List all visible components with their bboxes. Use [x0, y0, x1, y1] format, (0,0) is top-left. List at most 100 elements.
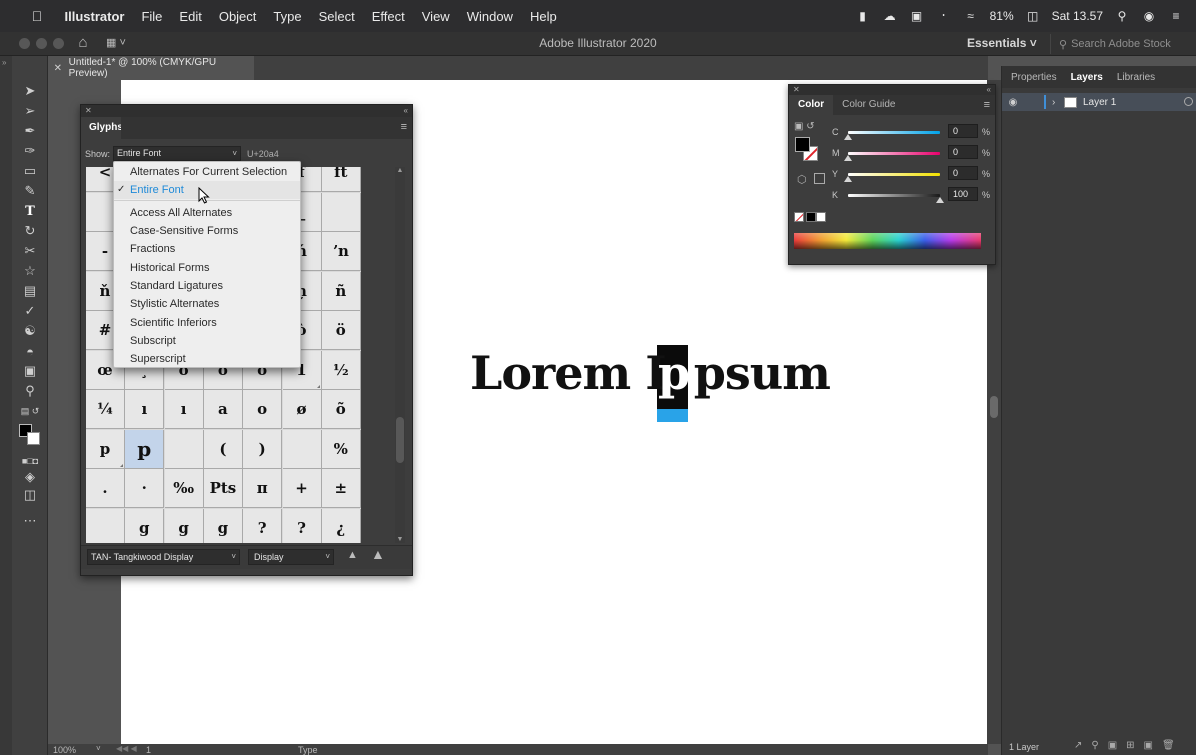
menu-app-name[interactable]: Illustrator [56, 9, 133, 24]
slider-value[interactable]: 0 [948, 124, 978, 138]
menu-item-scientific-inferiors[interactable]: Scientific Inferiors [114, 314, 300, 332]
rotate-tool-icon[interactable]: ↻ [19, 222, 41, 240]
eraser-tool-icon[interactable]: ✂ [19, 242, 41, 260]
paintbrush-tool-icon[interactable]: ✎ [19, 182, 41, 200]
web-safe-icon[interactable] [814, 173, 825, 184]
stroke-color-swatch[interactable] [27, 432, 40, 445]
fill-stroke-indicator[interactable] [795, 137, 819, 163]
tab-glyphs[interactable]: Glyphs [81, 117, 123, 139]
menu-window[interactable]: Window [458, 9, 521, 24]
menu-item-standard-ligatures[interactable]: Standard Ligatures [114, 277, 300, 295]
artboard-tool-icon[interactable]: ▣ [19, 362, 41, 380]
glyph-cell[interactable]: · [125, 469, 165, 508]
glyph-grid-scrollbar[interactable]: ▲ ▼ [395, 167, 405, 543]
scroll-down-icon[interactable]: ▼ [395, 536, 405, 543]
slider-black[interactable]: K 100 % [832, 187, 992, 203]
artboard-nav-icons[interactable]: ◀◀ ◀ [116, 744, 137, 753]
zoom-dropdown-icon[interactable]: ˅ [96, 744, 101, 753]
document-tab[interactable]: ✕ Untitled-1* @ 100% (CMYK/GPU Preview) [48, 56, 254, 80]
glyph-cell[interactable]: + [282, 469, 322, 508]
glyph-cell[interactable]: ı [125, 390, 165, 429]
glyph-cell[interactable]: ʼn [321, 232, 361, 271]
scroll-up-icon[interactable]: ▲ [395, 167, 405, 174]
menu-item-case-sensitive[interactable]: Case-Sensitive Forms [114, 222, 300, 240]
workspace-switcher[interactable]: Essentials ˅ [967, 36, 1037, 50]
slider-value[interactable]: 0 [948, 145, 978, 159]
eyedropper-tool-icon[interactable]: ✓ [19, 302, 41, 320]
menu-item-fractions[interactable]: Fractions [114, 240, 300, 258]
tab-layers[interactable]: Layers [1071, 72, 1103, 83]
glyph-cell[interactable]: ± [321, 469, 361, 508]
glyph-cell[interactable] [164, 429, 204, 469]
menu-object[interactable]: Object [210, 9, 265, 24]
tab-libraries[interactable]: Libraries [1117, 72, 1155, 83]
glyph-cell[interactable]: ö [321, 311, 361, 350]
glyph-cell[interactable]: p [86, 429, 125, 469]
glyph-cell[interactable] [282, 429, 322, 469]
menu-edit[interactable]: Edit [171, 9, 210, 24]
slider-knob[interactable] [844, 155, 852, 161]
glyph-cell[interactable]: g [164, 508, 204, 543]
pen-tool-icon[interactable]: ✒ [19, 122, 41, 140]
menu-item-access-all-alternates[interactable]: Access All Alternates [114, 204, 300, 222]
glyph-cell[interactable]: ı [164, 390, 204, 429]
show-dropdown[interactable]: Entire Font ˅ [113, 146, 241, 161]
white-swatch[interactable] [816, 212, 826, 222]
close-panel-icon[interactable]: ✕ [85, 106, 92, 115]
glyph-cell[interactable]: p [125, 429, 165, 469]
curvature-tool-icon[interactable]: ✑ [19, 142, 41, 160]
screen-record-icon[interactable]: ▮ [855, 9, 871, 23]
slider-value[interactable]: 0 [948, 166, 978, 180]
black-swatch[interactable] [806, 212, 816, 222]
font-family-dropdown[interactable]: TAN- Tangkiwood Display ˅ [87, 549, 240, 565]
glyph-cell[interactable]: o [243, 390, 283, 429]
slider-track[interactable] [848, 152, 940, 155]
glyph-cell[interactable] [321, 192, 361, 232]
spotlight-search-icon[interactable]: ⚲ [1114, 9, 1130, 23]
bluetooth-icon[interactable]: ᛫ [936, 9, 952, 23]
zoom-tool-icon[interactable]: ⚲ [19, 382, 41, 400]
expand-layer-icon[interactable]: › [1052, 97, 1064, 108]
glyph-cell[interactable]: ¼ [86, 390, 125, 429]
scrollbar-thumb[interactable] [396, 417, 404, 463]
menu-view[interactable]: View [413, 9, 458, 24]
rectangle-tool-icon[interactable]: ▭ [19, 162, 41, 180]
glyph-cell[interactable]: Pts [203, 469, 243, 508]
menu-item-subscript[interactable]: Subscript [114, 332, 300, 350]
collapse-panel-icon[interactable]: « [404, 105, 408, 117]
wifi-icon[interactable]: ≈ [963, 9, 979, 23]
menu-file[interactable]: File [133, 9, 171, 24]
slider-cyan[interactable]: C 0 % [832, 124, 992, 140]
zoom-in-glyphs-icon[interactable]: ▲ [371, 546, 385, 562]
glyph-cell[interactable]: g [125, 508, 165, 543]
artwork-selected-glyph[interactable]: p [658, 346, 690, 400]
direct-selection-tool-icon[interactable]: ➢ [19, 102, 41, 120]
menu-help[interactable]: Help [521, 9, 565, 24]
clock[interactable]: Sat 13.57 [1052, 9, 1103, 23]
zoom-level[interactable]: 100% [53, 745, 76, 755]
menu-item-alternates-current[interactable]: Alternates For Current Selection [114, 163, 300, 181]
swap-fill-stroke-icon[interactable]: ▤ ↺ [19, 402, 41, 420]
slider-magenta[interactable]: M 0 % [832, 145, 992, 161]
slider-yellow[interactable]: Y 0 % [832, 166, 992, 182]
display-icon[interactable]: ▣ [909, 9, 925, 23]
layer-row[interactable]: ◉ › Layer 1 [1002, 93, 1196, 111]
layer-target-icon[interactable] [1184, 97, 1193, 106]
menu-item-superscript[interactable]: Superscript [114, 350, 300, 368]
glyph-cell[interactable]: % [321, 429, 361, 469]
glyph-cell[interactable] [86, 508, 125, 543]
none-swatch[interactable] [794, 212, 804, 222]
glyph-cell[interactable]: g [203, 508, 243, 543]
draw-mode-icon[interactable]: ◈ [19, 468, 41, 486]
zoom-out-glyphs-icon[interactable]: ▲ [347, 549, 358, 561]
glyph-cell[interactable]: ? [243, 508, 283, 543]
color-spectrum[interactable] [794, 233, 981, 249]
expand-icon[interactable]: » [2, 58, 6, 67]
glyph-cell[interactable]: ¿ [321, 508, 361, 543]
selection-tool-icon[interactable]: ➤ [19, 82, 41, 100]
slider-track[interactable] [848, 194, 940, 197]
adobe-stock-search[interactable]: ⚲ Search Adobe Stock [1050, 34, 1196, 54]
glyph-cell[interactable]: a [203, 390, 243, 429]
shape-builder-tool-icon[interactable]: ◓ [19, 342, 41, 360]
menu-type[interactable]: Type [265, 9, 310, 24]
